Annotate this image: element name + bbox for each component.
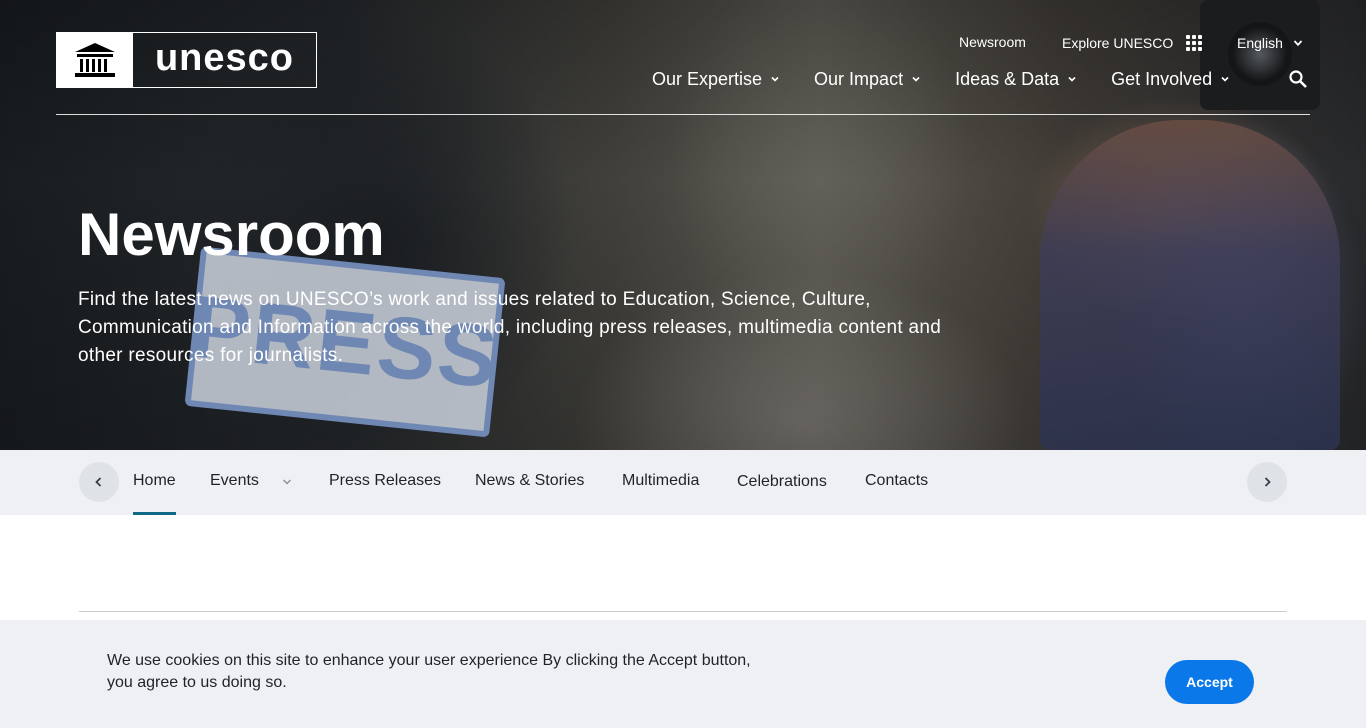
tab-news-stories[interactable]: News & Stories	[475, 472, 584, 515]
tab-home[interactable]: Home	[133, 472, 176, 515]
nav-item-label: Our Impact	[814, 68, 904, 89]
apps-grid-icon	[1186, 35, 1203, 51]
brand-wordmark: unesco	[154, 36, 295, 79]
chevron-down-icon	[771, 76, 779, 82]
chevron-down-icon	[912, 76, 920, 82]
explore-unesco-label: Explore UNESCO	[1062, 35, 1174, 51]
accept-cookies-button[interactable]: Accept	[1165, 660, 1254, 704]
unesco-logo[interactable]: unesco	[56, 32, 317, 88]
explore-unesco-link[interactable]: Explore UNESCO	[1062, 35, 1203, 51]
nav-get-involved[interactable]: Get Involved	[1111, 69, 1230, 90]
language-selector[interactable]: English	[1237, 35, 1303, 51]
main-navigation: Our Expertise Our Impact Ideas & Data Ge…	[652, 68, 1264, 90]
nav-our-expertise[interactable]: Our Expertise	[652, 69, 780, 90]
chevron-right-icon	[1264, 477, 1271, 487]
tab-multimedia[interactable]: Multimedia	[622, 472, 699, 515]
hero-description: Find the latest news on UNESCO’s work an…	[78, 289, 942, 366]
util-newsroom-link[interactable]: Newsroom	[959, 34, 1026, 50]
nav-ideas-data[interactable]: Ideas & Data	[955, 69, 1077, 90]
language-label: English	[1237, 35, 1283, 51]
nav-item-label: Ideas & Data	[955, 68, 1060, 89]
tab-contacts[interactable]: Contacts	[865, 472, 928, 515]
camera-image	[1200, 0, 1320, 110]
tab-press-releases[interactable]: Press Releases	[329, 472, 441, 515]
cookie-message: We use cookies on this site to enhance y…	[107, 652, 751, 691]
chevron-down-icon	[1293, 40, 1303, 47]
scroll-left-button[interactable]	[79, 462, 119, 502]
chevron-down-icon[interactable]	[281, 476, 293, 488]
search-icon[interactable]	[1288, 69, 1308, 89]
nav-item-label: Get Involved	[1111, 68, 1213, 89]
nav-item-label: Our Expertise	[652, 68, 763, 89]
photographer-image	[1040, 120, 1340, 450]
chevron-down-icon	[1221, 76, 1229, 82]
unesco-temple-emblem-icon	[57, 33, 133, 87]
section-tabs: Home Events Press Releases News & Storie…	[0, 450, 1366, 515]
content-divider	[79, 611, 1287, 612]
tab-events[interactable]: Events	[210, 472, 259, 515]
page-title: Newsroom	[78, 201, 385, 268]
header-divider	[56, 114, 1310, 115]
nav-our-impact[interactable]: Our Impact	[814, 69, 921, 90]
cookie-banner: We use cookies on this site to enhance y…	[0, 620, 1366, 728]
chevron-down-icon	[1068, 76, 1076, 82]
scroll-right-button[interactable]	[1247, 462, 1287, 502]
tab-celebrations[interactable]: Celebrations	[737, 473, 827, 516]
chevron-left-icon	[95, 477, 102, 487]
